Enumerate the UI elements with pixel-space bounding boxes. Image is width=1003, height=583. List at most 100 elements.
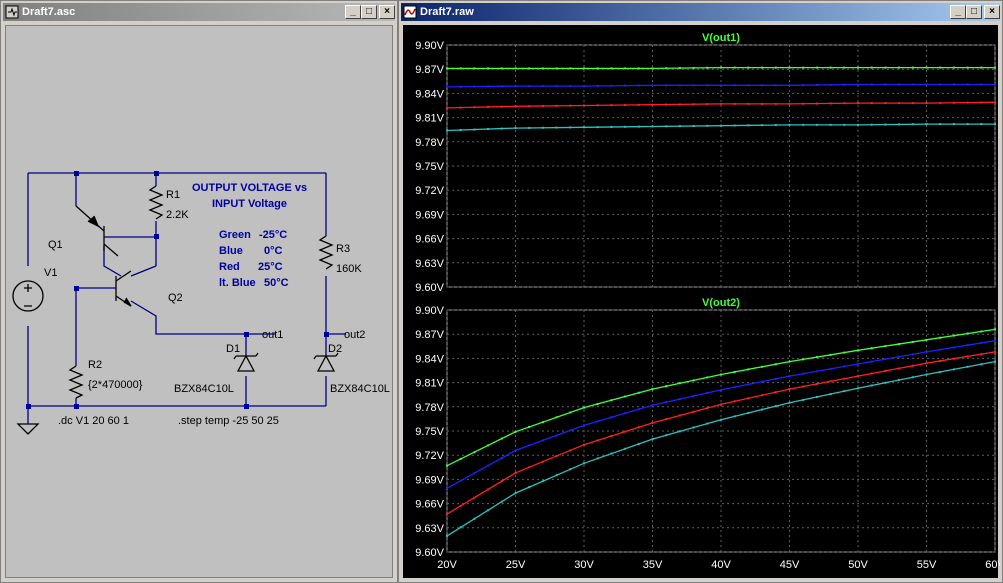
y-tick-label: 9.81V [415, 378, 444, 390]
series-point [487, 67, 490, 70]
waveform-viewer[interactable]: 9.90V 9.87V 9.84V 9.81V 9.78V 9.75V 9.72V 9.69V… [403, 25, 1000, 580]
series-point [706, 376, 709, 379]
plot-titlebar[interactable]: Draft7.raw _ □ × [401, 3, 1000, 21]
series-point [651, 125, 654, 128]
series-point [651, 388, 654, 391]
plot-pane-1[interactable]: 9.90V 9.87V 9.84V 9.81V 9.78V 9.75V 9.72V 9.69V… [415, 32, 996, 294]
series-point [925, 66, 928, 69]
series-point [487, 488, 490, 491]
series-point [747, 383, 750, 386]
series-point [952, 101, 955, 104]
maximize-button[interactable]: □ [966, 5, 982, 19]
series-point [596, 457, 599, 460]
series-point [774, 66, 777, 69]
series-point [624, 430, 627, 433]
series-point [843, 83, 846, 86]
series-point [678, 84, 681, 87]
x-tick-label: 45V [780, 559, 800, 571]
series-point [843, 102, 846, 105]
series-point [788, 123, 791, 126]
x-tick-label: 35V [643, 559, 663, 571]
schematic-window[interactable]: Draft7.asc _ □ × Q1 V1 Q2 R1 2.2K R3 160… [0, 0, 398, 583]
series-point [569, 126, 572, 129]
series-point [706, 66, 709, 69]
schematic-canvas[interactable]: Q1 V1 Q2 R1 2.2K R3 160K R2 {2*470000} D… [5, 25, 393, 578]
series-point [528, 466, 531, 469]
series-point [843, 351, 846, 354]
series-point [637, 103, 640, 106]
zener-diode-d1[interactable] [233, 352, 259, 372]
transistor-q1[interactable] [75, 205, 119, 257]
series-point [911, 123, 914, 126]
series-point [706, 103, 709, 106]
series-point [980, 330, 983, 333]
series-point [459, 504, 462, 507]
plot-title-label[interactable]: V(out1) [702, 32, 740, 44]
maximize-button[interactable]: □ [361, 5, 377, 19]
series-point [870, 360, 873, 363]
series-point [528, 486, 531, 489]
series-point [870, 384, 873, 387]
series-point [569, 468, 572, 471]
zener-diode-d2[interactable] [313, 352, 339, 372]
schematic-titlebar[interactable]: Draft7.asc _ □ × [3, 3, 395, 21]
label-d2: D2 [328, 343, 342, 355]
series-point [994, 350, 996, 353]
plot-window[interactable]: Draft7.raw _ □ × 9.90V 9.87V 9.84V 9.81V 9.7… [398, 0, 1003, 583]
plot-svg[interactable]: 9.90V 9.87V 9.84V 9.81V 9.78V 9.75V 9.72V 9.69V… [403, 25, 1000, 580]
series-point [815, 370, 818, 373]
series-point [541, 126, 544, 129]
close-button[interactable]: × [379, 5, 395, 19]
directive-step[interactable]: .step temp -25 50 25 [178, 415, 279, 427]
series-point [500, 437, 503, 440]
series-point [966, 332, 969, 335]
close-button[interactable]: × [984, 5, 1000, 19]
series-point [473, 106, 476, 109]
series-point [720, 403, 722, 406]
series-point [624, 412, 627, 415]
series-point [541, 439, 544, 442]
series-point [802, 123, 805, 126]
series-point [733, 124, 736, 127]
series-point [665, 385, 668, 388]
label-r1: R1 [166, 189, 180, 201]
series-point [446, 534, 448, 537]
plot-pane-2[interactable]: 9.90V 9.87V 9.84V 9.81V 9.78V 9.75V 9.72V 9.69V… [415, 297, 1000, 571]
series-point [829, 380, 832, 383]
minimize-button[interactable]: _ [345, 5, 361, 19]
label-out1: out1 [262, 329, 283, 341]
series-point [665, 125, 668, 128]
transistor-q2[interactable] [115, 270, 132, 307]
label-r3-value: 160K [336, 263, 362, 275]
resistor-r2[interactable] [68, 365, 84, 399]
series-point [884, 381, 887, 384]
voltage-source-v1[interactable] [12, 280, 44, 312]
series-point [994, 101, 996, 104]
series-point [802, 358, 805, 361]
series-point [939, 370, 942, 373]
plot-title-label[interactable]: V(out2) [702, 297, 740, 309]
series-point [569, 411, 572, 414]
label-v1: V1 [44, 267, 57, 279]
minimize-button[interactable]: _ [950, 5, 966, 19]
svg-text:50°C: 50°C [264, 277, 289, 289]
series-point [596, 104, 599, 107]
series-point [939, 83, 942, 86]
series-point [802, 372, 805, 375]
series-point [857, 349, 859, 352]
directive-dc[interactable]: .dc V1 20 60 1 [58, 415, 129, 427]
x-tick-label: 60V [985, 559, 1000, 571]
series-point [843, 365, 846, 368]
series-point [720, 388, 722, 391]
series-point [487, 509, 490, 512]
series-point [651, 67, 654, 70]
series-point [541, 85, 544, 88]
series-point [870, 102, 873, 105]
resistor-r3[interactable] [318, 235, 334, 270]
series-point [665, 67, 668, 70]
schematic-title: Draft7.asc [22, 6, 76, 18]
resistor-r1[interactable] [148, 185, 164, 220]
label-q1: Q1 [48, 239, 63, 251]
series-point [720, 84, 722, 87]
series-point [733, 386, 736, 389]
